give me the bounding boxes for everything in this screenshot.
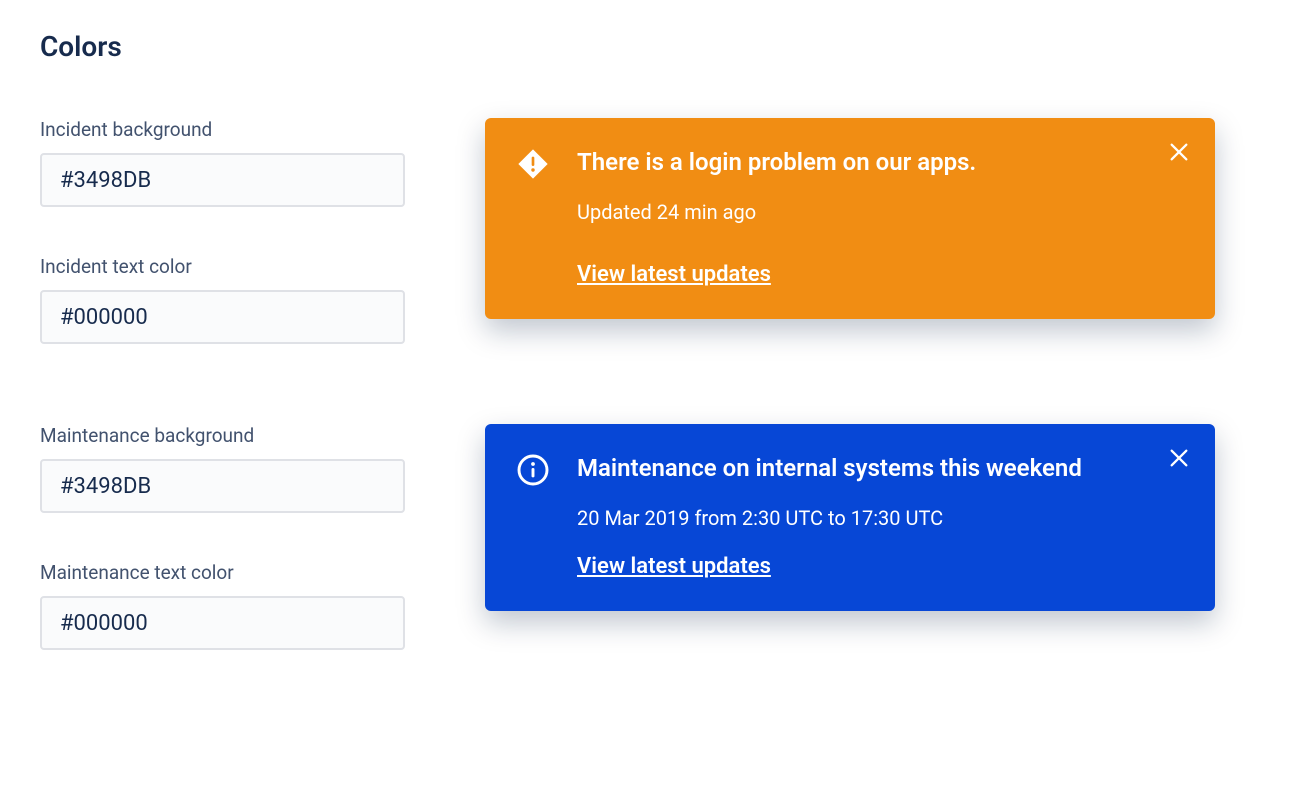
maintenance-bg-label: Maintenance background	[40, 424, 405, 447]
warning-icon	[517, 148, 549, 180]
incident-banner-content: There is a login problem on our apps. Up…	[577, 146, 1183, 287]
incident-fields: Incident background Incident text color	[40, 118, 405, 344]
incident-text-label: Incident text color	[40, 255, 405, 278]
incident-banner: There is a login problem on our apps. Up…	[485, 118, 1215, 319]
incident-text-field: Incident text color	[40, 255, 405, 344]
incident-bg-label: Incident background	[40, 118, 405, 141]
maintenance-bg-field: Maintenance background	[40, 424, 405, 513]
incident-banner-title: There is a login problem on our apps.	[577, 146, 1183, 178]
incident-banner-subtitle: Updated 24 min ago	[577, 200, 1183, 224]
maintenance-text-input[interactable]	[40, 596, 405, 650]
close-icon	[1168, 141, 1190, 167]
incident-text-input[interactable]	[40, 290, 405, 344]
incident-bg-field: Incident background	[40, 118, 405, 207]
info-icon	[517, 454, 549, 486]
maintenance-row: Maintenance background Maintenance text …	[40, 424, 1254, 650]
incident-close-button[interactable]	[1165, 140, 1193, 168]
incident-row: Incident background Incident text color …	[40, 118, 1254, 344]
maintenance-banner-title: Maintenance on internal systems this wee…	[577, 452, 1183, 484]
maintenance-bg-input[interactable]	[40, 459, 405, 513]
maintenance-fields: Maintenance background Maintenance text …	[40, 424, 405, 650]
maintenance-banner-link[interactable]: View latest updates	[577, 554, 771, 579]
incident-banner-link[interactable]: View latest updates	[577, 262, 771, 287]
close-icon	[1168, 447, 1190, 473]
maintenance-text-label: Maintenance text color	[40, 561, 405, 584]
section-title: Colors	[40, 30, 1254, 63]
maintenance-banner-subtitle: 20 Mar 2019 from 2:30 UTC to 17:30 UTC	[577, 506, 1183, 530]
maintenance-banner-content: Maintenance on internal systems this wee…	[577, 452, 1183, 579]
maintenance-banner: Maintenance on internal systems this wee…	[485, 424, 1215, 611]
maintenance-close-button[interactable]	[1165, 446, 1193, 474]
incident-bg-input[interactable]	[40, 153, 405, 207]
maintenance-text-field: Maintenance text color	[40, 561, 405, 650]
